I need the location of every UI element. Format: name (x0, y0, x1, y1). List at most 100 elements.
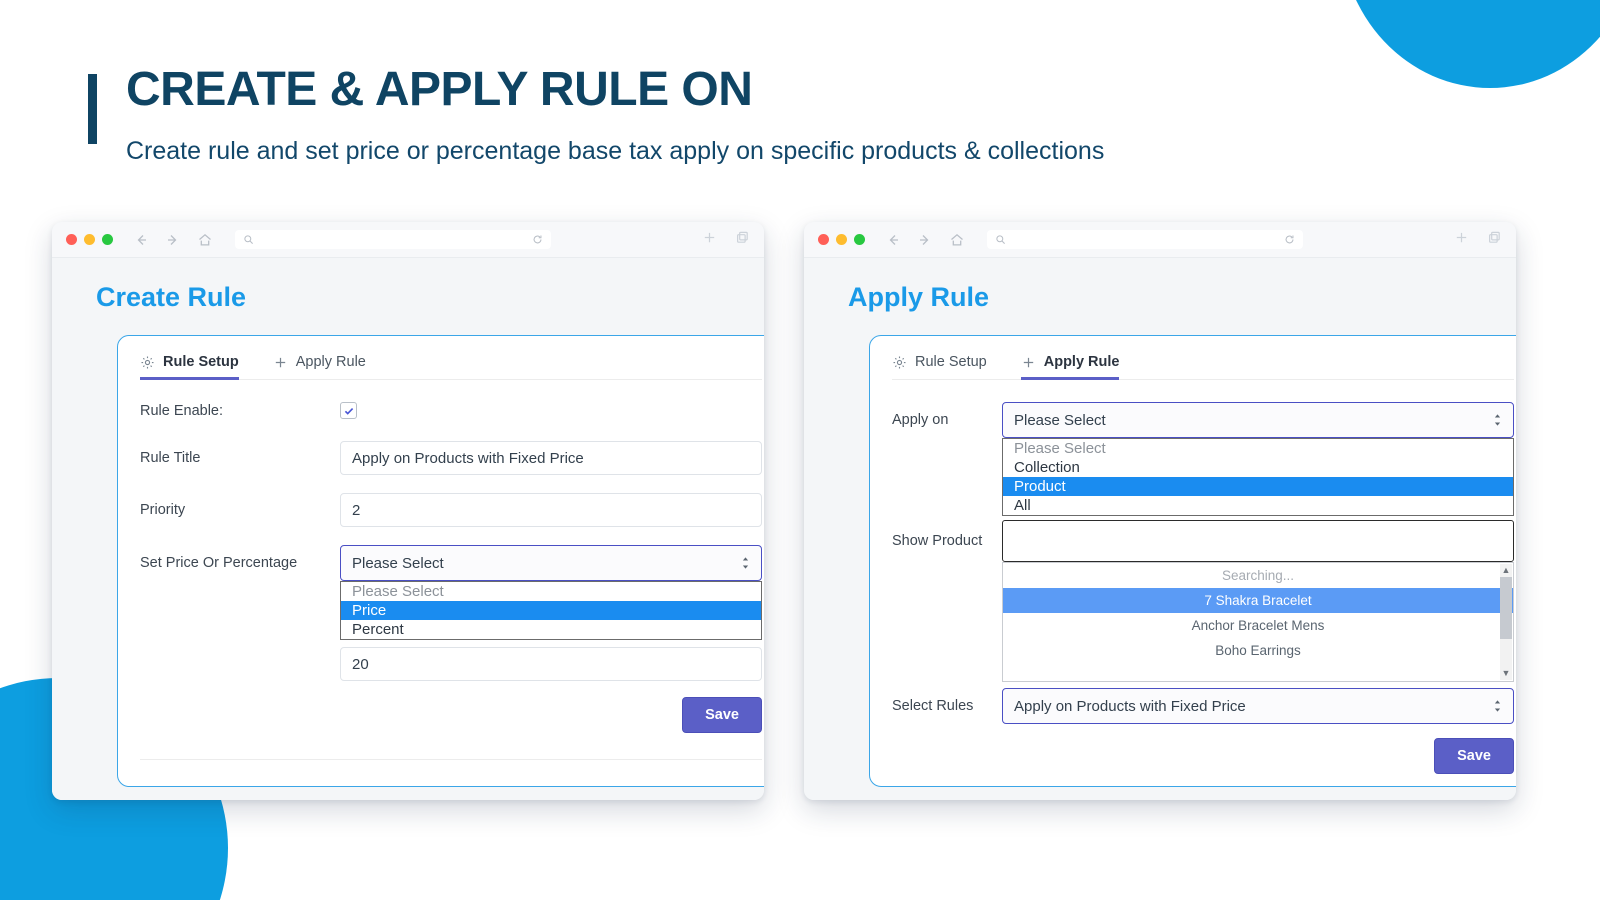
right-save-row: Save (870, 738, 1516, 774)
plus-icon[interactable] (1454, 230, 1469, 250)
left-tab-bar: Rule Setup Apply Rule (140, 336, 762, 380)
spinner-arrows-icon (741, 556, 750, 570)
product-list-item[interactable]: Anchor Bracelet Mens (1003, 613, 1513, 638)
show-product-label: Show Product (892, 533, 1002, 549)
scroll-up-arrow-icon[interactable]: ▲ (1502, 564, 1511, 577)
browser-chrome-right-actions (1454, 230, 1502, 250)
set-price-dropdown-list[interactable]: Please Select Price Percent (340, 581, 762, 640)
hero-header: CREATE & APPLY RULE ON Create rule and s… (88, 62, 1388, 166)
row-show-product: Show Product Searching... 7 Shakra Brace… (892, 520, 1514, 562)
back-arrow-icon[interactable] (133, 232, 149, 248)
apply-on-label: Apply on (892, 412, 1002, 428)
apply-on-select[interactable]: Please Select (1002, 402, 1514, 438)
copy-tabs-icon[interactable] (735, 230, 750, 250)
minimize-window-button[interactable] (836, 234, 847, 245)
browser-nav-buttons (885, 232, 965, 248)
plus-icon[interactable] (702, 230, 717, 250)
rule-title-input[interactable]: Apply on Products with Fixed Price (340, 441, 762, 475)
rule-enable-checkbox[interactable] (340, 402, 357, 419)
row-priority: Priority 2 (140, 493, 762, 527)
address-bar[interactable] (987, 230, 1303, 249)
close-window-button[interactable] (66, 234, 77, 245)
rule-title-label: Rule Title (140, 450, 340, 466)
tab-apply-rule[interactable]: Apply Rule (273, 354, 366, 379)
dropdown-option-selected[interactable]: Price (341, 601, 761, 620)
maximize-window-button[interactable] (102, 234, 113, 245)
browser-nav-buttons (133, 232, 213, 248)
search-icon (995, 234, 1006, 245)
close-window-button[interactable] (818, 234, 829, 245)
row-rule-title: Rule Title Apply on Products with Fixed … (140, 441, 762, 475)
apply-on-select-value: Please Select (1014, 412, 1106, 429)
show-product-input[interactable] (1002, 520, 1514, 562)
screenshot-root: CREATE & APPLY RULE ON Create rule and s… (0, 0, 1600, 900)
reload-icon[interactable] (532, 234, 543, 245)
reload-icon[interactable] (1284, 234, 1295, 245)
page-subtitle: Create rule and set price or percentage … (126, 137, 1388, 166)
right-tab-bar: Rule Setup Apply Rule (892, 336, 1514, 380)
dropdown-option[interactable]: Percent (341, 620, 761, 639)
gear-icon (892, 355, 907, 370)
page-body-right: Apply Rule Rule Setup Apply Rule (804, 258, 1516, 800)
save-button[interactable]: Save (682, 697, 762, 733)
tab-active-underline (140, 377, 239, 380)
forward-arrow-icon[interactable] (165, 232, 181, 248)
priority-input[interactable]: 2 (340, 493, 762, 527)
set-price-select[interactable]: Please Select (340, 545, 762, 581)
dropdown-option[interactable]: All (1003, 496, 1513, 515)
row-select-rules: Select Rules Apply on Products with Fixe… (892, 688, 1514, 724)
row-rule-enable: Rule Enable: (140, 402, 762, 419)
search-icon (243, 234, 254, 245)
dropdown-option[interactable]: Collection (1003, 458, 1513, 477)
browser-chrome-right-actions (702, 230, 750, 250)
browser-window-apply-rule: Apply Rule Rule Setup Apply Rule (804, 222, 1516, 800)
rule-enable-label: Rule Enable: (140, 403, 340, 419)
plus-icon (1021, 355, 1036, 370)
tab-rule-setup-label: Rule Setup (163, 354, 239, 370)
spinner-arrows-icon (1493, 699, 1502, 713)
product-list-status: Searching... (1003, 563, 1513, 588)
set-price-label: Set Price Or Percentage (140, 555, 340, 571)
apply-rule-heading: Apply Rule (848, 282, 1490, 313)
select-rules-select[interactable]: Apply on Products with Fixed Price (1002, 688, 1514, 724)
home-icon[interactable] (949, 232, 965, 248)
product-list-item[interactable]: Boho Earrings (1003, 638, 1513, 663)
scroll-down-arrow-icon[interactable]: ▼ (1502, 667, 1511, 680)
browser-chrome-left (52, 222, 764, 258)
left-save-row: Save (118, 697, 764, 733)
product-list-item-selected[interactable]: 7 Shakra Bracelet (1003, 588, 1513, 613)
priority-label: Priority (140, 502, 340, 518)
row-amount: 20 (140, 647, 762, 681)
home-icon[interactable] (197, 232, 213, 248)
dropdown-option[interactable]: Please Select (341, 582, 761, 601)
tab-apply-rule-label: Apply Rule (1044, 354, 1120, 370)
set-price-select-value: Please Select (352, 555, 444, 572)
dropdown-option-selected[interactable]: Product (1003, 477, 1513, 496)
minimize-window-button[interactable] (84, 234, 95, 245)
row-set-price-or-percentage: Set Price Or Percentage Please Select Pl… (140, 545, 762, 581)
amount-input[interactable]: 20 (340, 647, 762, 681)
gear-icon (140, 355, 155, 370)
scrollbar-thumb[interactable] (1500, 577, 1512, 639)
save-button[interactable]: Save (1434, 738, 1514, 774)
window-traffic-lights (66, 234, 113, 245)
product-suggestion-list[interactable]: Searching... 7 Shakra Bracelet Anchor Br… (1002, 562, 1514, 682)
tab-rule-setup-label: Rule Setup (915, 354, 987, 370)
create-rule-heading: Create Rule (96, 282, 738, 313)
page-body-left: Create Rule Rule Setup Apply Rule (52, 258, 764, 800)
apply-on-dropdown-list[interactable]: Please Select Collection Product All (1002, 438, 1514, 516)
forward-arrow-icon[interactable] (917, 232, 933, 248)
card-bottom-divider (140, 759, 762, 760)
dropdown-option[interactable]: Please Select (1003, 439, 1513, 458)
spinner-arrows-icon (1493, 413, 1502, 427)
tab-apply-rule[interactable]: Apply Rule (1021, 354, 1120, 379)
plus-icon (273, 355, 288, 370)
copy-tabs-icon[interactable] (1487, 230, 1502, 250)
browser-window-create-rule: Create Rule Rule Setup Apply Rule (52, 222, 764, 800)
tab-rule-setup[interactable]: Rule Setup (140, 354, 239, 379)
address-bar[interactable] (235, 230, 551, 249)
maximize-window-button[interactable] (854, 234, 865, 245)
back-arrow-icon[interactable] (885, 232, 901, 248)
tab-rule-setup[interactable]: Rule Setup (892, 354, 987, 379)
tab-apply-rule-label: Apply Rule (296, 354, 366, 370)
